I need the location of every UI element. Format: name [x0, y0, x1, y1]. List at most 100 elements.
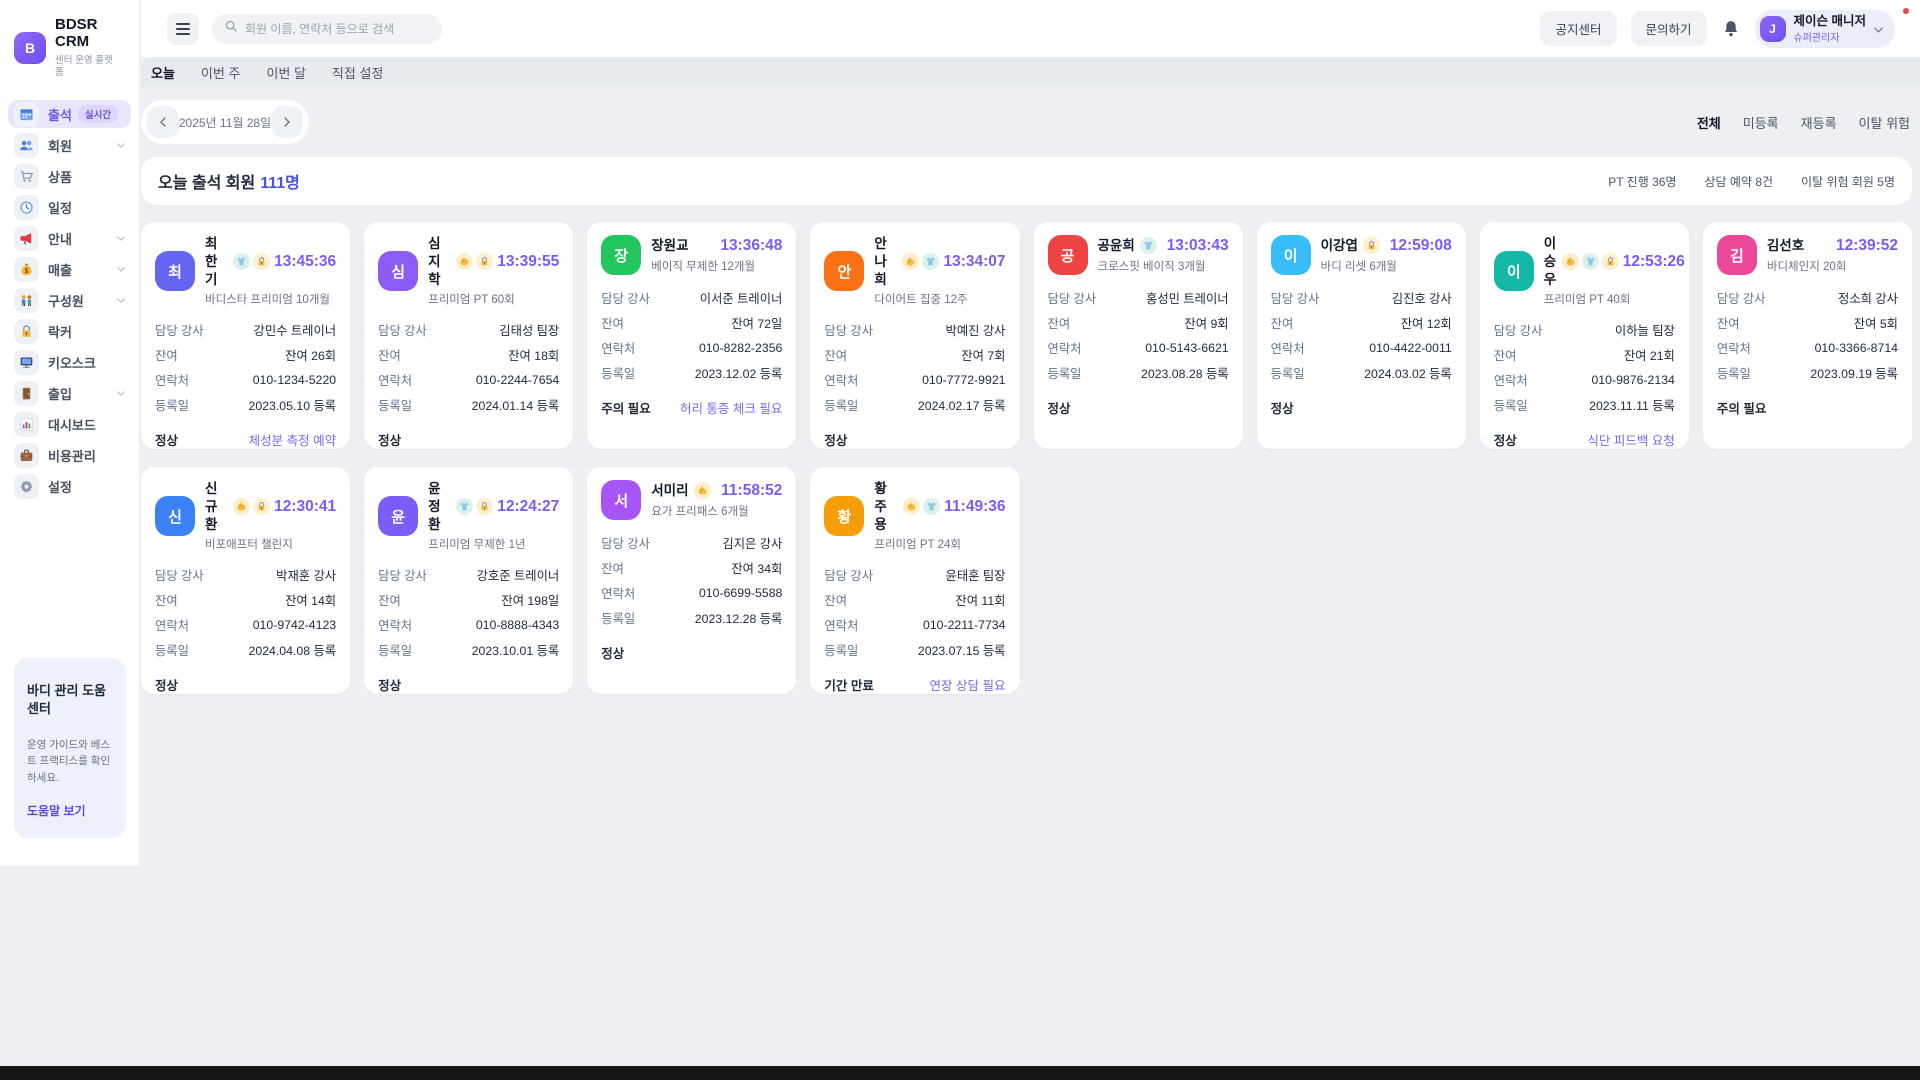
- tab-이번 주[interactable]: 이번 주: [201, 63, 241, 82]
- detail-value: 잔여 14회: [285, 593, 337, 608]
- filter-전체[interactable]: 전체: [1697, 113, 1721, 132]
- detail-label: 담당 강사: [1047, 291, 1097, 306]
- help-link[interactable]: 도움말 보기: [27, 802, 86, 819]
- sidebar-item-안내[interactable]: 안내: [8, 224, 131, 252]
- member-badges: [233, 253, 271, 271]
- checkin-time: 12:53:26: [1622, 252, 1685, 270]
- member-card[interactable]: 공 공윤희 13:03:43 크로스핏 베이직 3개월 담당 강사 홍성민 트레이…: [1033, 222, 1243, 449]
- member-action-link[interactable]: 식단 피드백 요청: [1587, 430, 1674, 449]
- member-card[interactable]: 신 신규환 12:30:41 비포애프터 챌린지 담당 강사 박재훈 강사 잔여 잔여…: [141, 467, 351, 694]
- detail-label: 등록일: [824, 643, 859, 658]
- lock-icon: [1362, 237, 1380, 254]
- detail-label: 담당 강사: [155, 323, 204, 338]
- member-name: 황주용: [874, 481, 887, 532]
- sidebar-item-회원[interactable]: 회원: [8, 131, 131, 159]
- user-menu[interactable]: J 제이슨 매니저 슈퍼관리자: [1754, 9, 1895, 48]
- detail-row-trainer: 담당 강사 홍성민 트레이너: [1048, 285, 1229, 310]
- app-screen: B BDSR CRM 센터 운영 플랫폼 출석 실시간 회원 상품 일정 안내 매출 구성원 락…: [0, 0, 1920, 1080]
- sidebar-item-키오스크[interactable]: 키오스크: [8, 348, 131, 376]
- member-name: 안나희: [874, 236, 887, 287]
- member-card[interactable]: 최 최한기 13:45:36 바디스타 프리미엄 10개월 담당 강사 강민수 트…: [141, 222, 351, 449]
- detail-value: 잔여 12회: [1400, 316, 1452, 331]
- detail-value: 010-7772-9921: [922, 372, 1006, 387]
- next-day-button[interactable]: [271, 106, 303, 138]
- sidebar-item-출석[interactable]: 출석 실시간: [8, 100, 131, 129]
- sidebar-item-설정[interactable]: 설정: [8, 472, 131, 500]
- detail-label: 등록일: [1270, 366, 1305, 381]
- tab-이번 달[interactable]: 이번 달: [266, 63, 306, 82]
- member-status: 정상: [601, 647, 625, 661]
- member-card[interactable]: 이 이강엽 12:59:08 바디 리셋 6개월 담당 강사 김진호 강사 잔여 잔여…: [1256, 222, 1466, 449]
- member-details: 담당 강사 강호준 트레이너 잔여 잔여 198일 연락처 010-8888-4343 등록…: [378, 562, 559, 662]
- filter-재등록[interactable]: 재등록: [1801, 113, 1837, 132]
- member-card[interactable]: 이 이승우 12:53:26 프리미엄 PT 40회 담당 강사 이하늘 팀장 잔여…: [1479, 222, 1689, 449]
- membership-plan: 크로스핏 베이직 3개월: [1097, 260, 1206, 273]
- detail-value: 이하늘 팀장: [1614, 323, 1675, 338]
- chevron-down-icon: [117, 142, 125, 148]
- detail-label: 연락처: [601, 341, 636, 356]
- member-status: 기간 만료: [824, 679, 874, 694]
- sidebar-item-락커[interactable]: 락커: [8, 317, 131, 345]
- member-card[interactable]: 안 안나희 13:34:07 다이어트 집중 12주 담당 강사 박예진 강사 잔여…: [810, 222, 1020, 449]
- detail-row-trainer: 담당 강사 강민수 트레이너: [155, 317, 336, 342]
- notice-center-button[interactable]: 공지센터: [1540, 11, 1617, 46]
- membership-plan: 다이어트 집중 12주: [874, 294, 968, 307]
- member-card[interactable]: 황 황주용 11:49:36 프리미엄 PT 24회 담당 강사 윤태훈 팀장 잔여…: [810, 467, 1020, 694]
- detail-row-remaining: 잔여 잔여 198일: [378, 587, 559, 612]
- detail-value: 2023.10.01 등록: [471, 643, 560, 658]
- sidebar-item-구성원[interactable]: 구성원: [8, 286, 131, 314]
- detail-value: 2023.11.11 등록: [1589, 398, 1675, 413]
- detail-row-trainer: 담당 강사 김태성 팀장: [378, 317, 559, 342]
- detail-row-registered: 등록일 2023.12.02 등록: [601, 360, 782, 385]
- member-avatar: 공: [1047, 235, 1088, 275]
- membership-plan: 바디스타 프리미엄 10개월: [205, 294, 330, 307]
- user-name: 제이슨 매니저: [1793, 13, 1866, 28]
- inquiry-button[interactable]: 문의하기: [1630, 11, 1707, 46]
- content-area: 2025년 11월 28일 전체 미등록 재등록 이탈 위험 오늘 출석 회원 111명…: [141, 100, 1912, 694]
- sidebar-item-상품[interactable]: 상품: [8, 162, 131, 190]
- detail-row-remaining: 잔여 잔여 14회: [155, 587, 336, 612]
- tab-오늘[interactable]: 오늘: [151, 63, 175, 82]
- sidebar-item-label: 대시보드: [48, 417, 96, 433]
- filter-이탈 위험[interactable]: 이탈 위험: [1859, 113, 1910, 132]
- member-action-link[interactable]: 연장 상담 필요: [930, 675, 1006, 694]
- member-badges: [902, 253, 940, 271]
- sidebar-item-대시보드[interactable]: 대시보드: [8, 410, 131, 438]
- member-action-link[interactable]: 체성분 측정 예약: [249, 430, 336, 449]
- chevron-down-icon: [117, 390, 125, 396]
- member-details: 담당 강사 김진호 강사 잔여 잔여 12회 연락처 010-4422-0011 등록일 20…: [1271, 285, 1452, 385]
- member-card[interactable]: 장 장원교 13:36:48 베이직 무제한 12개월 담당 강사 이서준 트레이…: [587, 222, 797, 449]
- detail-row-contact: 연락처 010-7772-9921: [824, 367, 1005, 392]
- shirt-icon: [923, 498, 941, 516]
- tab-직접 설정[interactable]: 직접 설정: [332, 63, 383, 82]
- search-bar[interactable]: [212, 13, 442, 44]
- detail-value: 010-6699-5588: [698, 585, 783, 600]
- sidebar-item-label: 출석: [48, 107, 72, 123]
- filter-미등록[interactable]: 미등록: [1743, 113, 1779, 132]
- member-card[interactable]: 윤 윤정환 12:24:27 프리미엄 무제한 1년 담당 강사 강호준 트레이너…: [364, 467, 574, 694]
- prev-day-button[interactable]: [147, 106, 179, 138]
- sidebar-item-비용관리[interactable]: 비용관리: [8, 441, 131, 469]
- member-action-link[interactable]: 허리 통증 체크 필요: [680, 398, 782, 417]
- muscle-icon: [693, 482, 711, 499]
- member-card[interactable]: 서 서미리 11:58:52 요가 프리패스 6개월 담당 강사 김지은 강사 잔여…: [587, 467, 797, 694]
- sidebar-item-일정[interactable]: 일정: [8, 193, 131, 221]
- sidebar-item-label: 상품: [48, 169, 72, 185]
- member-card[interactable]: 심 심지학 13:39:55 프리미엄 PT 60회 담당 강사 김태성 팀장 잔여…: [364, 222, 574, 449]
- menu-toggle-button[interactable]: [167, 12, 199, 45]
- sidebar-item-출입[interactable]: 출입: [8, 379, 131, 407]
- detail-value: 박예진 강사: [945, 323, 1006, 338]
- member-status: 정상: [1047, 402, 1071, 416]
- detail-value: 잔여 9회: [1184, 316, 1229, 331]
- detail-label: 잔여: [155, 348, 178, 363]
- sidebar-item-매출[interactable]: 매출: [8, 255, 131, 283]
- notification-bell-icon[interactable]: [1721, 19, 1741, 39]
- detail-row-remaining: 잔여 잔여 9회: [1048, 310, 1229, 335]
- detail-label: 잔여: [378, 593, 401, 608]
- member-card[interactable]: 김 김선호 12:39:52 바디체인지 20회 담당 강사 정소희 강사 잔여 잔여…: [1702, 222, 1912, 449]
- search-input[interactable]: [245, 21, 430, 36]
- detail-row-registered: 등록일 2023.08.28 등록: [1048, 360, 1229, 385]
- detail-row-remaining: 잔여 잔여 5회: [1717, 310, 1898, 335]
- detail-label: 연락처: [378, 373, 413, 388]
- detail-row-remaining: 잔여 잔여 21회: [1494, 342, 1675, 367]
